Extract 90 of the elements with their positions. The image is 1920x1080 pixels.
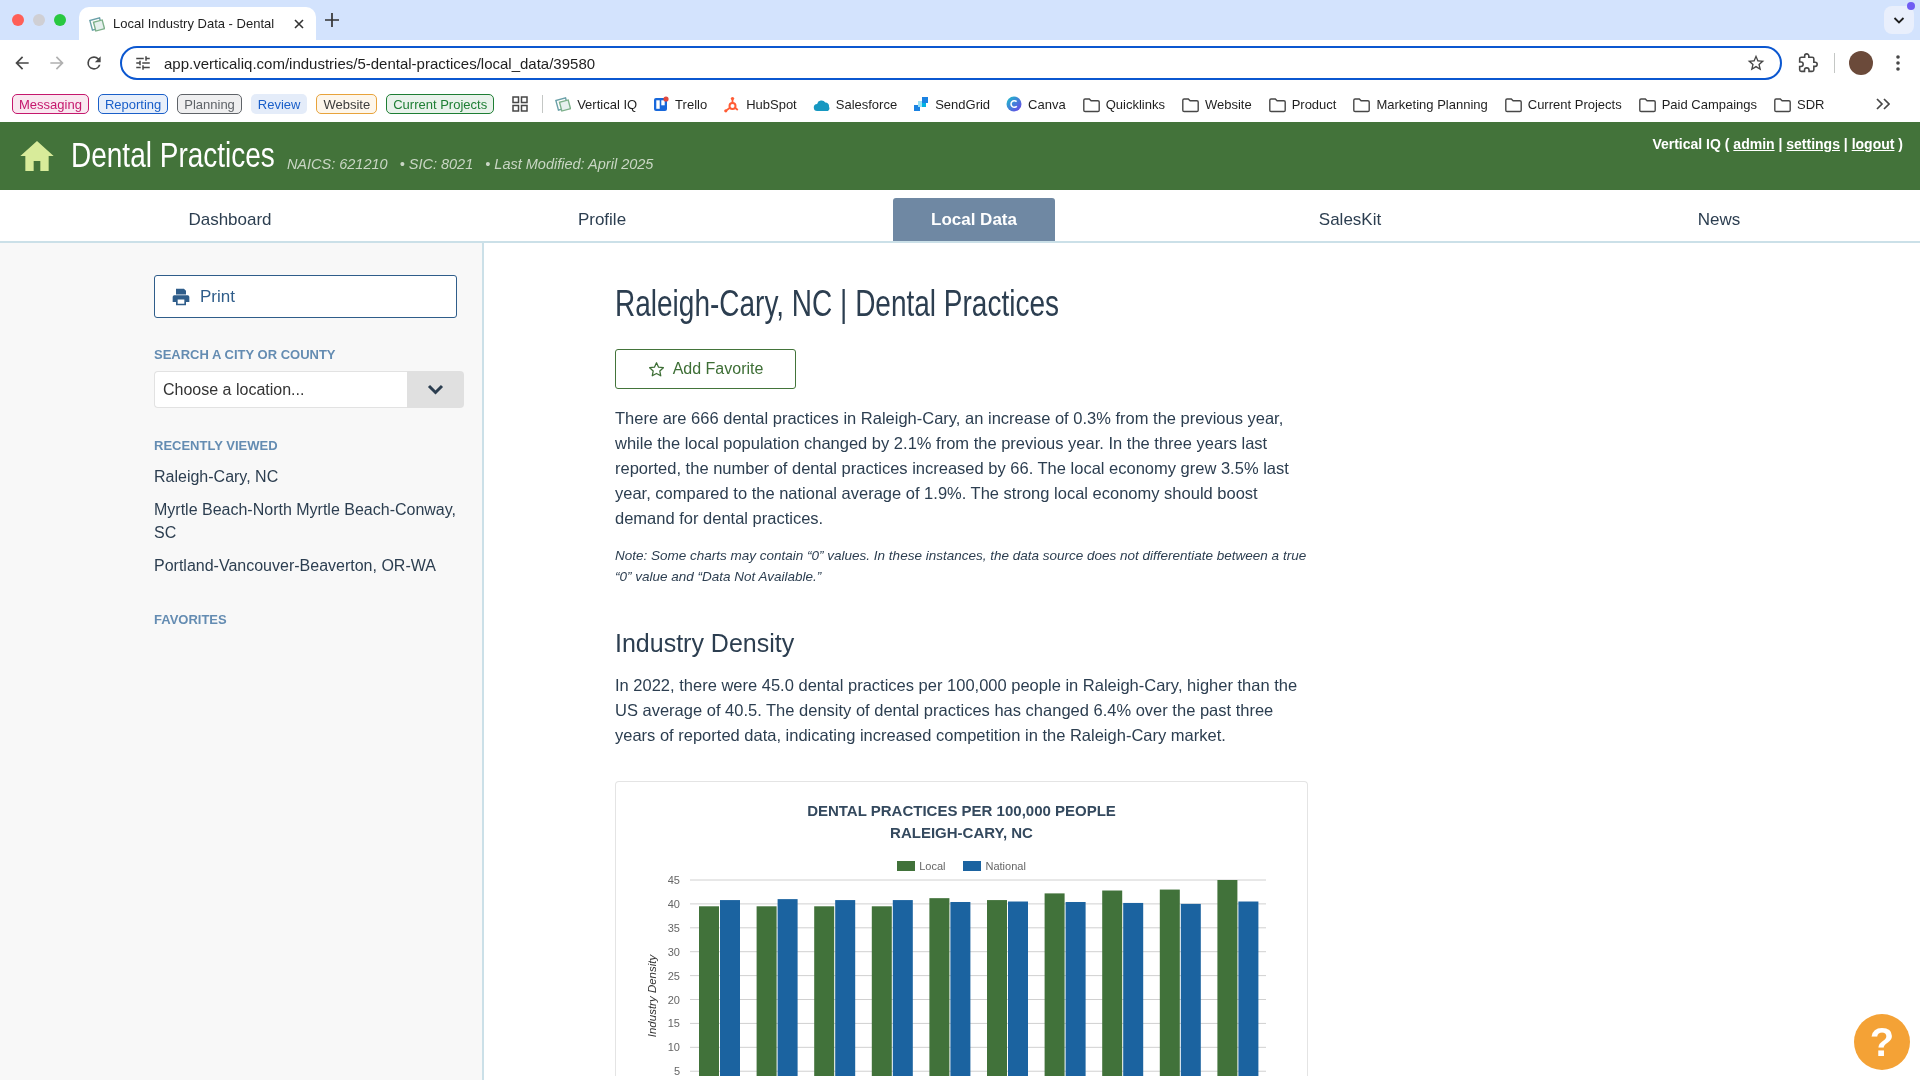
axis-tick-label: 35 [667,921,680,934]
folder-icon [1180,95,1199,113]
bookmark-link[interactable]: SendGrid [913,96,991,112]
account-links: Vertical IQ ( admin | settings | logout ) [1652,136,1903,152]
folder-icon [1081,95,1100,113]
bookmark-link[interactable]: HubSpot [723,95,797,113]
circle-logo-icon [1006,96,1023,112]
legend-label: Local [919,860,946,872]
tab-group-button[interactable]: Review [250,94,308,114]
meta-text: • Last Modified: April 2025 [485,156,654,172]
blocks-icon [913,96,930,112]
bookmark-link[interactable]: Vertical IQ [555,96,638,112]
kebab-menu-icon[interactable] [1896,55,1900,71]
account-link[interactable]: logout [1851,136,1895,152]
recent-location-link[interactable]: Raleigh-Cary, NC [154,465,474,488]
meta-text: NAICS: 621210 [286,156,388,172]
logo-icon [89,15,105,32]
section-heading: Industry Density [615,628,795,658]
folder-icon [1352,95,1371,113]
nav-tab[interactable]: News [1659,198,1779,241]
avatar-icon[interactable] [1849,51,1873,75]
chart-title: DENTAL PRACTICES PER 100,000 PEOPLE RALEIGH-CARY, NC [806,801,1117,843]
axis-tick-label: 5 [673,1065,680,1076]
folder-icon [1503,95,1522,113]
axis-tick-label: 20 [667,993,680,1006]
address-bar[interactable]: app.verticaliq.com/industries/5-dental-practices/local_data/39580 [120,46,1782,80]
reload-icon[interactable] [84,53,104,73]
chevron-down-icon[interactable] [1884,6,1914,34]
section-label: FAVORITES [154,612,228,628]
printer-icon [171,286,191,307]
page-title: Dental Practices [71,137,275,175]
axis-tick-label: 45 [667,876,680,886]
note-text: Note: Some charts may contain “0” values. In these instances, the data source does not differentiate between a true “0” value and “Data Not Available.” [615,547,1308,586]
nav-tab[interactable]: Profile [539,198,665,241]
notification-dot-icon [1907,2,1915,10]
heading: Raleigh-Cary, NC | Dental Practices [615,282,1059,326]
bookmark-link[interactable]: Marketing Planning [1352,95,1488,113]
tab-group-button[interactable]: Messaging [12,94,89,114]
bookmark-link[interactable]: SDR [1773,95,1825,113]
bookmark-link[interactable]: Paid Campaings [1637,95,1758,113]
section-label: SEARCH A CITY OR COUNTY [154,347,337,363]
tab-group-button[interactable]: Planning [177,94,242,114]
nav-tab[interactable]: Dashboard [150,198,310,241]
recent-location-link[interactable]: Portland-Vancouver-Beaverton, OR-WA [154,554,474,577]
print-button[interactable]: Print [154,275,457,318]
tab-group-button[interactable]: Reporting [97,94,169,114]
summary-paragraph: There are 666 dental practices in Raleigh-Cary, an increase of 0.3% from the previous year, while the local population changed by 2.1% from the previous year. In the three years last reported, the number of dental practices increased by 66. The local economy grew 3.5% last year, compared to the national average of 1.9%. The strong local economy should boost demand for dental practices. [615,408,1290,529]
axis-tick-label: 25 [667,969,680,982]
recent-location-link[interactable]: Myrtle Beach-North Myrtle Beach-Conway, SC [154,498,474,544]
nav-tab[interactable]: Local Data [893,198,1055,241]
grid-icon[interactable] [512,96,529,112]
close-icon[interactable] [294,18,304,29]
star-icon[interactable] [1746,53,1766,73]
logo-icon [555,96,572,112]
bookmark-link[interactable]: Canva [1006,96,1066,112]
tab-title: Local Industry Data - Dental [113,16,276,31]
double-chevron-icon[interactable] [1876,98,1890,110]
density-paragraph: In 2022, there were 45.0 dental practices per 100,000 people in Raleigh-Cary, higher than the US average of 40.5. The density of dental practices has changed 6.4% over the past three years of reported data, indicating increased competition in the Raleigh-Cary market. [615,675,1299,746]
bookmark-link[interactable]: Website [1180,95,1252,113]
section-label: RECENTLY VIEWED [154,438,279,454]
home-icon[interactable] [20,141,54,171]
site-settings-icon[interactable] [134,54,152,72]
location-field[interactable]: Choose a location... [154,371,407,408]
add-favorite-button[interactable]: Add Favorite [615,349,796,389]
plus-icon[interactable] [325,13,339,27]
tab-group-button[interactable]: Website [316,94,378,114]
legend-label: National [985,860,1026,872]
axis-title: Industry Density [646,954,658,1038]
board-icon [653,96,670,112]
star-outline-icon [647,360,665,378]
sprocket-icon [723,95,741,113]
bookmark-link[interactable]: Salesforce [812,96,898,112]
browser-tab[interactable]: Local Industry Data - Dental [79,7,316,40]
axis-tick-label: 30 [667,945,680,958]
tab-group-button[interactable]: Current Projects [386,94,495,114]
bookmark-link[interactable]: Product [1267,95,1337,113]
bookmark-link[interactable]: Quicklinks [1081,95,1165,113]
nav-tab[interactable]: SalesKit [1280,198,1420,241]
account-link[interactable]: settings [1786,136,1840,152]
puzzle-icon[interactable] [1798,53,1818,73]
folder-icon [1637,95,1656,113]
axis-tick-label: 40 [667,897,680,910]
axis-tick-label: 15 [667,1017,680,1030]
axis-tick-label: 10 [667,1041,680,1054]
folder-icon [1773,95,1792,113]
account-link[interactable]: admin [1733,136,1775,152]
meta-text: • SIC: 8021 [399,156,474,172]
folder-icon [1267,95,1286,113]
bookmark-link[interactable]: Current Projects [1503,95,1622,113]
bookmark-link[interactable]: Trello [653,96,708,112]
